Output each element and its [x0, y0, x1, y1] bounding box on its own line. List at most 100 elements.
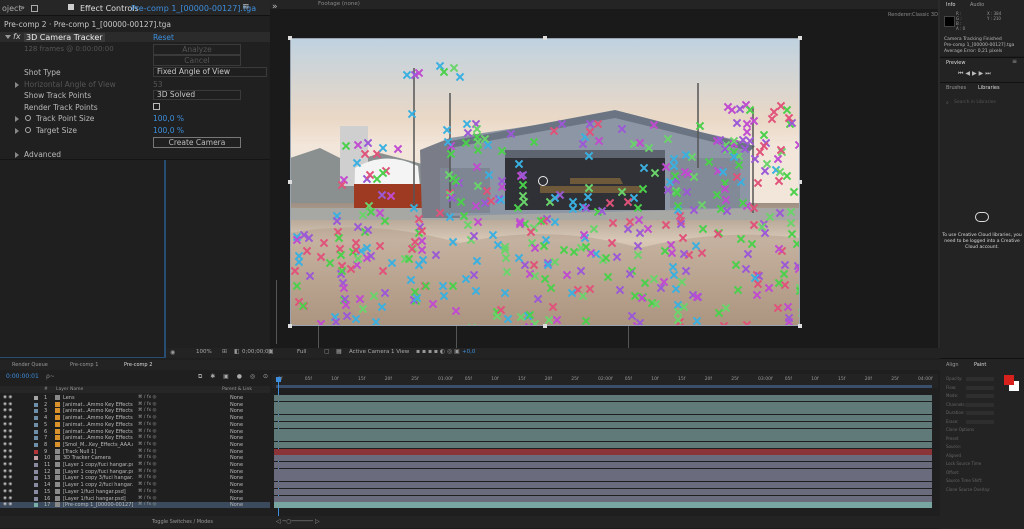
track-point[interactable]: [409, 203, 419, 213]
parent-dropdown[interactable]: None: [230, 496, 243, 502]
layer-switches[interactable]: ⌘ / fx ◎: [138, 482, 156, 487]
track-point[interactable]: [729, 152, 739, 162]
layer-switches[interactable]: ⌘ / fx ◎: [138, 496, 156, 501]
track-point[interactable]: [552, 315, 562, 325]
track-point[interactable]: [608, 218, 618, 228]
track-point[interactable]: [643, 224, 653, 234]
track-point[interactable]: [794, 140, 800, 150]
track-point[interactable]: [749, 203, 759, 213]
track-point[interactable]: [603, 272, 613, 282]
track-point[interactable]: [418, 255, 428, 265]
transform-handle[interactable]: [288, 36, 292, 40]
track-point[interactable]: [412, 293, 422, 303]
disclosure-open-icon[interactable]: [5, 35, 11, 39]
track-point[interactable]: [673, 201, 683, 211]
track-point[interactable]: [365, 170, 375, 180]
track-point[interactable]: [439, 291, 449, 301]
track-point[interactable]: [546, 283, 556, 293]
label-color-swatch[interactable]: [34, 442, 38, 447]
track-point[interactable]: [435, 208, 445, 218]
layer-duration-bar[interactable]: [274, 415, 932, 422]
track-point[interactable]: [634, 215, 644, 225]
layer-row[interactable]: ◉ ◉ 5 [animat...Ammo Key Effects.mp4] ⌘ / f…: [0, 421, 270, 428]
layer-name[interactable]: [Pre-comp 1_[00000-00127].tga]: [63, 502, 133, 508]
visibility-eye-icon[interactable]: ◉ ◉: [3, 408, 12, 413]
track-point[interactable]: [581, 242, 591, 252]
track-point[interactable]: [497, 146, 507, 156]
track-point[interactable]: [473, 217, 483, 227]
layer-duration-bar[interactable]: [274, 435, 932, 442]
track-point[interactable]: [718, 167, 728, 177]
analyze-button[interactable]: Analyze: [153, 44, 241, 55]
track-point[interactable]: [366, 207, 376, 217]
track-point[interactable]: [472, 256, 482, 266]
layer-name[interactable]: [Layer 1 copy/fuci hangar.psd]: [63, 469, 133, 475]
track-point[interactable]: [471, 286, 481, 296]
track-point[interactable]: [550, 257, 560, 267]
layer-duration-bar[interactable]: [274, 408, 932, 415]
label-color-swatch[interactable]: [34, 463, 38, 467]
track-point[interactable]: [773, 154, 783, 164]
resolution-dropdown[interactable]: Full: [297, 349, 306, 355]
layer-row[interactable]: ◉ ◉ 11 [Layer 1 copy/fuci hangar.psd] ⌘ / f…: [0, 462, 270, 468]
track-point[interactable]: [369, 291, 379, 301]
track-point[interactable]: [589, 224, 599, 234]
track-point[interactable]: [567, 288, 577, 298]
layer-name[interactable]: [animat...Ammo Key Effects.mp4]: [63, 408, 133, 414]
zoom-dropdown[interactable]: 100%: [196, 349, 212, 355]
track-point[interactable]: [530, 319, 540, 326]
track-point[interactable]: [304, 233, 314, 243]
track-point[interactable]: [713, 229, 723, 239]
layer-duration-bar[interactable]: [274, 475, 932, 482]
track-point[interactable]: [380, 216, 390, 226]
stopwatch-icon[interactable]: [25, 115, 31, 121]
track-point[interactable]: [305, 271, 315, 281]
track-point[interactable]: [526, 227, 536, 237]
timeline-timecode[interactable]: 0:00:00:01: [6, 373, 39, 380]
layer-row[interactable]: ◉ ◉ 14 [Layer 1 copy 2/fuci hangar.psd] ⌘ /…: [0, 482, 270, 488]
track-point[interactable]: [677, 277, 687, 287]
camera-dropdown[interactable]: Active Camera: [349, 349, 389, 355]
track-point[interactable]: [442, 125, 452, 135]
track-point[interactable]: [650, 168, 660, 178]
renderer-value[interactable]: Classic 3D: [912, 12, 938, 18]
disclosure-icon[interactable]: [15, 128, 19, 134]
libraries-search-input[interactable]: Search in Libraries: [954, 100, 996, 105]
column-parent[interactable]: Parent & Link: [222, 387, 252, 392]
track-point[interactable]: [635, 318, 645, 326]
track-point[interactable]: [363, 225, 373, 235]
track-point[interactable]: [455, 72, 465, 82]
layer-name[interactable]: 3D Tracker Camera: [63, 455, 133, 461]
track-point[interactable]: [682, 187, 692, 197]
layer-duration-bar[interactable]: [274, 421, 932, 428]
layer-switches[interactable]: ⌘ / fx ◎: [138, 449, 156, 454]
track-point[interactable]: [375, 241, 385, 251]
track-point[interactable]: [334, 233, 344, 243]
label-color-swatch[interactable]: [34, 469, 38, 474]
track-point[interactable]: [783, 302, 793, 312]
parent-dropdown[interactable]: None: [230, 449, 243, 455]
paint-field-value[interactable]: [966, 419, 994, 424]
timeline-tool-icons[interactable]: ⧉ ✱ ▣ ● ◎ ⊙: [198, 373, 271, 381]
visibility-eye-icon[interactable]: ◉ ◉: [3, 455, 12, 460]
track-point[interactable]: [378, 168, 388, 178]
label-color-swatch[interactable]: [34, 409, 38, 414]
track-point[interactable]: [659, 277, 669, 287]
parent-dropdown[interactable]: None: [230, 462, 243, 468]
view-options-icons[interactable]: ▪ ▪ ▪ ▪ ◐ ◎ ▣: [416, 348, 460, 355]
track-point[interactable]: [661, 220, 671, 230]
track-point[interactable]: [644, 143, 654, 153]
track-point[interactable]: [617, 187, 627, 197]
track-point[interactable]: [451, 176, 461, 186]
track-point[interactable]: [615, 285, 625, 295]
track-point[interactable]: [597, 206, 607, 216]
track-point[interactable]: [721, 195, 731, 205]
footage-tab[interactable]: Footage (none): [318, 1, 360, 7]
track-point[interactable]: [594, 136, 604, 146]
track-point[interactable]: [679, 302, 689, 312]
track-point[interactable]: [584, 183, 594, 193]
track-point[interactable]: [773, 303, 783, 313]
cancel-button[interactable]: Cancel: [153, 55, 241, 66]
track-point[interactable]: [787, 229, 797, 239]
track-point[interactable]: [795, 286, 800, 296]
